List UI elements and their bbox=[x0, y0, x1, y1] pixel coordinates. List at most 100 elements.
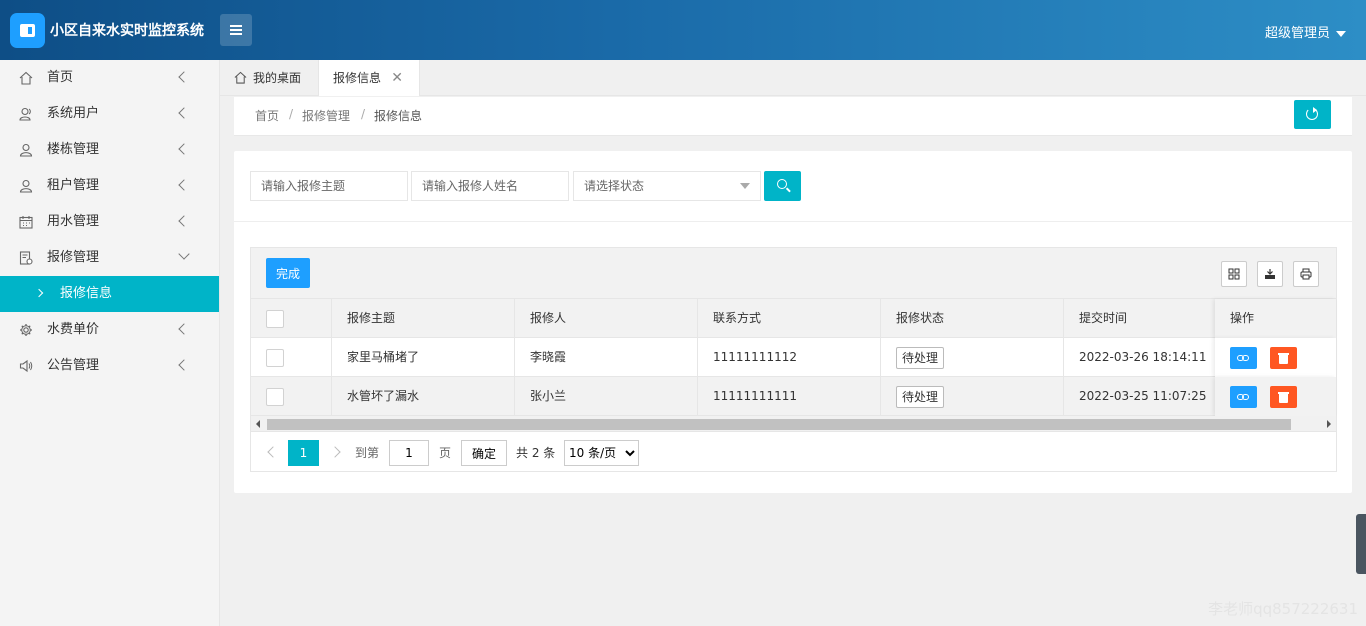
breadcrumb-separator: / bbox=[289, 107, 294, 121]
export-button[interactable] bbox=[1257, 261, 1283, 287]
data-table: 完成 报修主题 报修人 联系方式 报修状态 提交时间 操作 家里马桶堵了 李晓霞… bbox=[250, 247, 1337, 472]
app-title: 小区自来水实时监控系统 bbox=[50, 23, 204, 39]
grid-icon bbox=[1228, 268, 1240, 280]
breadcrumb: 首页 / 报修管理 / 报修信息 bbox=[234, 97, 1352, 136]
scroll-right-icon[interactable] bbox=[1327, 420, 1331, 428]
edit-button[interactable] bbox=[1230, 347, 1257, 369]
sidebar-item-label: 系统用户 bbox=[47, 106, 100, 121]
column-header[interactable]: 报修主题 bbox=[332, 299, 515, 338]
breadcrumb-home[interactable]: 首页 bbox=[255, 107, 279, 124]
page-size-select[interactable]: 10 条/页 bbox=[564, 440, 639, 466]
print-button[interactable] bbox=[1293, 261, 1319, 287]
sidebar-item-repair-management[interactable]: 报修管理 bbox=[0, 240, 219, 276]
chevron-left-icon bbox=[178, 179, 190, 191]
watermark: 李老师qq857222631 bbox=[1208, 600, 1358, 618]
columns-filter-button[interactable] bbox=[1221, 261, 1247, 287]
sidebar-item-label: 公告管理 bbox=[47, 358, 100, 373]
user-menu[interactable]: 超级管理员 bbox=[1265, 22, 1346, 41]
cell-reporter: 李晓霞 bbox=[515, 338, 698, 377]
sidebar-item-tenants[interactable]: 租户管理 bbox=[0, 168, 219, 204]
scrollbar-thumb[interactable] bbox=[267, 419, 1291, 430]
horizontal-scrollbar[interactable] bbox=[251, 416, 1336, 432]
status-badge: 待处理 bbox=[896, 346, 945, 369]
status-badge: 待处理 bbox=[896, 385, 945, 408]
search-button[interactable] bbox=[764, 171, 801, 201]
app-logo-icon bbox=[10, 13, 45, 48]
column-header[interactable]: 联系方式 bbox=[698, 299, 881, 338]
chevron-left-icon bbox=[178, 143, 190, 155]
close-icon[interactable]: ✕ bbox=[391, 60, 403, 96]
refresh-button[interactable] bbox=[1294, 100, 1331, 129]
menu-toggle-button[interactable] bbox=[220, 14, 252, 46]
user-icon bbox=[19, 143, 33, 157]
chevron-left-icon bbox=[178, 71, 190, 83]
delete-button[interactable] bbox=[1270, 386, 1297, 408]
content-area: 首页 / 报修管理 / 报修信息 bbox=[234, 97, 1352, 136]
sidebar-item-water-usage[interactable]: 用水管理 bbox=[0, 204, 219, 240]
sidebar-item-label: 水费单价 bbox=[47, 322, 100, 337]
sidebar-item-label: 用水管理 bbox=[47, 214, 100, 229]
scroll-left-icon[interactable] bbox=[256, 420, 260, 428]
tab-repair-info[interactable]: 报修信息 ✕ bbox=[318, 60, 420, 96]
chevron-down-icon bbox=[178, 248, 190, 260]
tab-my-desktop[interactable]: 我的桌面 bbox=[220, 60, 318, 96]
page-unit-label: 页 bbox=[439, 446, 452, 460]
chevron-left-icon bbox=[178, 215, 190, 227]
caret-down-icon bbox=[1336, 30, 1346, 37]
chevron-left-icon bbox=[178, 359, 190, 371]
calendar-icon bbox=[19, 216, 33, 229]
cell-reporter: 张小兰 bbox=[515, 377, 698, 416]
home-icon bbox=[19, 71, 33, 85]
edit-button[interactable] bbox=[1230, 386, 1257, 408]
column-header[interactable]: 报修状态 bbox=[881, 299, 1064, 338]
page-number-current[interactable]: 1 bbox=[288, 440, 319, 466]
reporter-name-input[interactable] bbox=[411, 171, 569, 201]
sidebar-item-label: 租户管理 bbox=[47, 178, 100, 193]
subject-search-input[interactable] bbox=[250, 171, 408, 201]
prev-page-icon[interactable] bbox=[267, 446, 279, 458]
gear-icon bbox=[20, 324, 32, 336]
next-page-icon[interactable] bbox=[329, 446, 341, 458]
cell-time: 2022-03-25 11:07:25 bbox=[1079, 389, 1207, 403]
goto-page-input[interactable] bbox=[389, 440, 429, 466]
breadcrumb-current: 报修信息 bbox=[374, 109, 423, 123]
delete-button[interactable] bbox=[1270, 347, 1297, 369]
cell-phone: 11111111112 bbox=[698, 338, 881, 377]
goto-confirm-button[interactable]: 确定 bbox=[461, 440, 507, 466]
breadcrumb-separator: / bbox=[361, 107, 366, 121]
select-all-checkbox[interactable] bbox=[266, 310, 284, 328]
row-checkbox[interactable] bbox=[266, 388, 284, 406]
side-widget[interactable] bbox=[1356, 514, 1366, 574]
divider bbox=[234, 221, 1352, 222]
sidebar-item-system-users[interactable]: 系统用户 bbox=[0, 96, 219, 132]
sidebar-item-label: 报修信息 bbox=[60, 286, 113, 301]
total-count: 共 2 条 bbox=[516, 446, 556, 460]
speaker-icon bbox=[19, 359, 33, 373]
table-row: 家里马桶堵了 李晓霞 11111111112 待处理 2022-03-26 18… bbox=[251, 338, 1336, 377]
status-select[interactable] bbox=[573, 171, 761, 201]
users-icon bbox=[19, 107, 31, 121]
goto-label: 到第 bbox=[355, 446, 380, 460]
row-checkbox[interactable] bbox=[266, 349, 284, 367]
sidebar-item-label: 楼栋管理 bbox=[47, 142, 100, 157]
table-header-row: 报修主题 报修人 联系方式 报修状态 提交时间 操作 bbox=[251, 299, 1336, 338]
sidebar-item-announcements[interactable]: 公告管理 bbox=[0, 348, 219, 384]
cell-time: 2022-03-26 18:14:11 bbox=[1079, 350, 1207, 364]
breadcrumb-repair-management[interactable]: 报修管理 bbox=[302, 107, 350, 124]
chevron-left-icon bbox=[178, 323, 190, 335]
row-actions bbox=[1215, 338, 1336, 377]
done-button[interactable]: 完成 bbox=[266, 258, 310, 288]
column-header[interactable]: 提交时间 bbox=[1064, 299, 1215, 338]
main-panel: 完成 报修主题 报修人 联系方式 报修状态 提交时间 操作 bbox=[234, 151, 1352, 493]
caret-down-icon bbox=[740, 183, 750, 189]
sidebar-item-home[interactable]: 首页 bbox=[0, 60, 219, 96]
pagination: 1 到第 页 确定 共 2 条 10 条/页 bbox=[251, 432, 1336, 472]
sidebar-item-buildings[interactable]: 楼栋管理 bbox=[0, 132, 219, 168]
column-header[interactable]: 报修人 bbox=[515, 299, 698, 338]
sidebar-item-water-price[interactable]: 水费单价 bbox=[0, 312, 219, 348]
sidebar-item-repair-info[interactable]: 报修信息 bbox=[0, 276, 219, 312]
top-header: 小区自来水实时监控系统 超级管理员 bbox=[0, 0, 1366, 60]
user-name: 超级管理员 bbox=[1264, 26, 1330, 41]
cell-subject: 水管坏了漏水 bbox=[332, 377, 515, 416]
sidebar: 首页 系统用户 楼栋管理 租户管理 用水管理 报修管理 报修信息 水费单价 公告… bbox=[0, 60, 220, 626]
